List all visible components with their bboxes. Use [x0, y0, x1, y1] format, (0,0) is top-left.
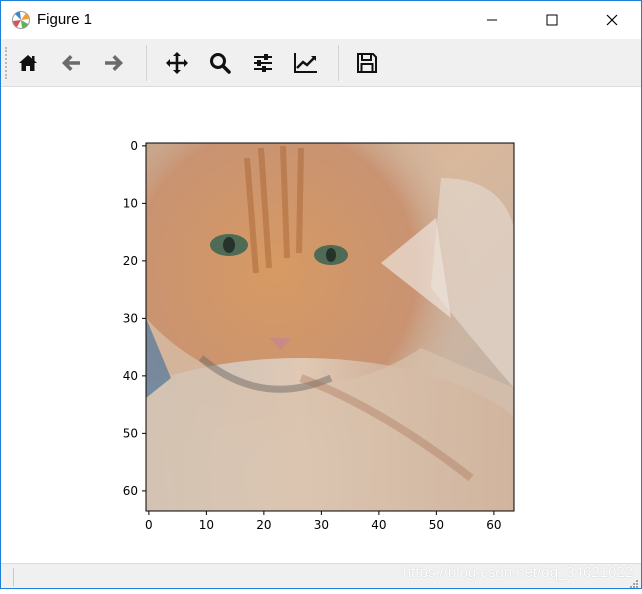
arrow-right-icon	[105, 55, 123, 71]
line-chart-icon	[294, 53, 317, 73]
arrow-left-icon	[62, 55, 80, 71]
title-bar[interactable]: Figure 1	[1, 1, 641, 39]
subplots-button[interactable]	[247, 47, 279, 79]
y-tick-label: 0	[130, 139, 138, 153]
x-tick-label: 0	[145, 518, 153, 532]
y-tick-label: 30	[123, 311, 138, 325]
figure-canvas[interactable]: 0 10 20 30 40 50 60 0 10 20 30 40 50 60	[1, 88, 641, 563]
resize-grip-icon[interactable]	[629, 576, 639, 588]
x-tick-label: 40	[371, 518, 386, 532]
status-separator	[13, 568, 14, 586]
maximize-button[interactable]	[529, 1, 575, 39]
y-tick-label: 40	[123, 369, 138, 383]
window-title: Figure 1	[37, 11, 93, 28]
x-tick-label: 50	[429, 518, 444, 532]
figure-window: Figure 1 0 10 20 30 40 50 60 0 10 20 30 …	[0, 0, 642, 589]
x-tick-label: 20	[256, 518, 271, 532]
toolbar-separator	[338, 45, 339, 81]
close-button[interactable]	[589, 1, 635, 39]
maximize-icon	[546, 14, 558, 26]
magnifier-icon	[210, 53, 231, 74]
status-bar: https://blog.csdn.net/qq_34621022	[1, 563, 641, 588]
save-button[interactable]	[351, 47, 383, 79]
x-tick-label: 30	[314, 518, 329, 532]
y-tick-label: 60	[123, 484, 138, 498]
close-icon	[606, 14, 618, 26]
x-tick-label: 60	[486, 518, 501, 532]
minimize-icon	[487, 19, 497, 21]
y-tick-label: 20	[123, 254, 138, 268]
matplotlib-logo-icon	[11, 10, 31, 30]
watermark-text: https://blog.csdn.net/qq_34621022	[402, 564, 633, 581]
forward-button[interactable]	[98, 47, 130, 79]
move-icon	[166, 52, 188, 74]
toolbar-grip[interactable]	[5, 47, 7, 79]
axes[interactable]: 0 10 20 30 40 50 60 0 10 20 30 40 50 60	[1, 88, 641, 563]
sliders-icon	[254, 54, 272, 72]
toolbar-separator	[146, 45, 147, 81]
floppy-disk-icon	[357, 53, 377, 73]
x-axis: 0 10 20 30 40 50 60	[145, 511, 502, 532]
home-icon	[19, 55, 37, 71]
zoom-button[interactable]	[204, 47, 236, 79]
y-axis: 0 10 20 30 40 50 60	[123, 139, 146, 498]
home-button[interactable]	[12, 47, 44, 79]
back-button[interactable]	[55, 47, 87, 79]
y-tick-label: 50	[123, 426, 138, 440]
x-tick-label: 10	[199, 518, 214, 532]
customize-button[interactable]	[290, 47, 322, 79]
y-tick-label: 10	[123, 196, 138, 210]
pan-button[interactable]	[161, 47, 193, 79]
minimize-button[interactable]	[469, 1, 515, 39]
navigation-toolbar	[1, 39, 641, 87]
